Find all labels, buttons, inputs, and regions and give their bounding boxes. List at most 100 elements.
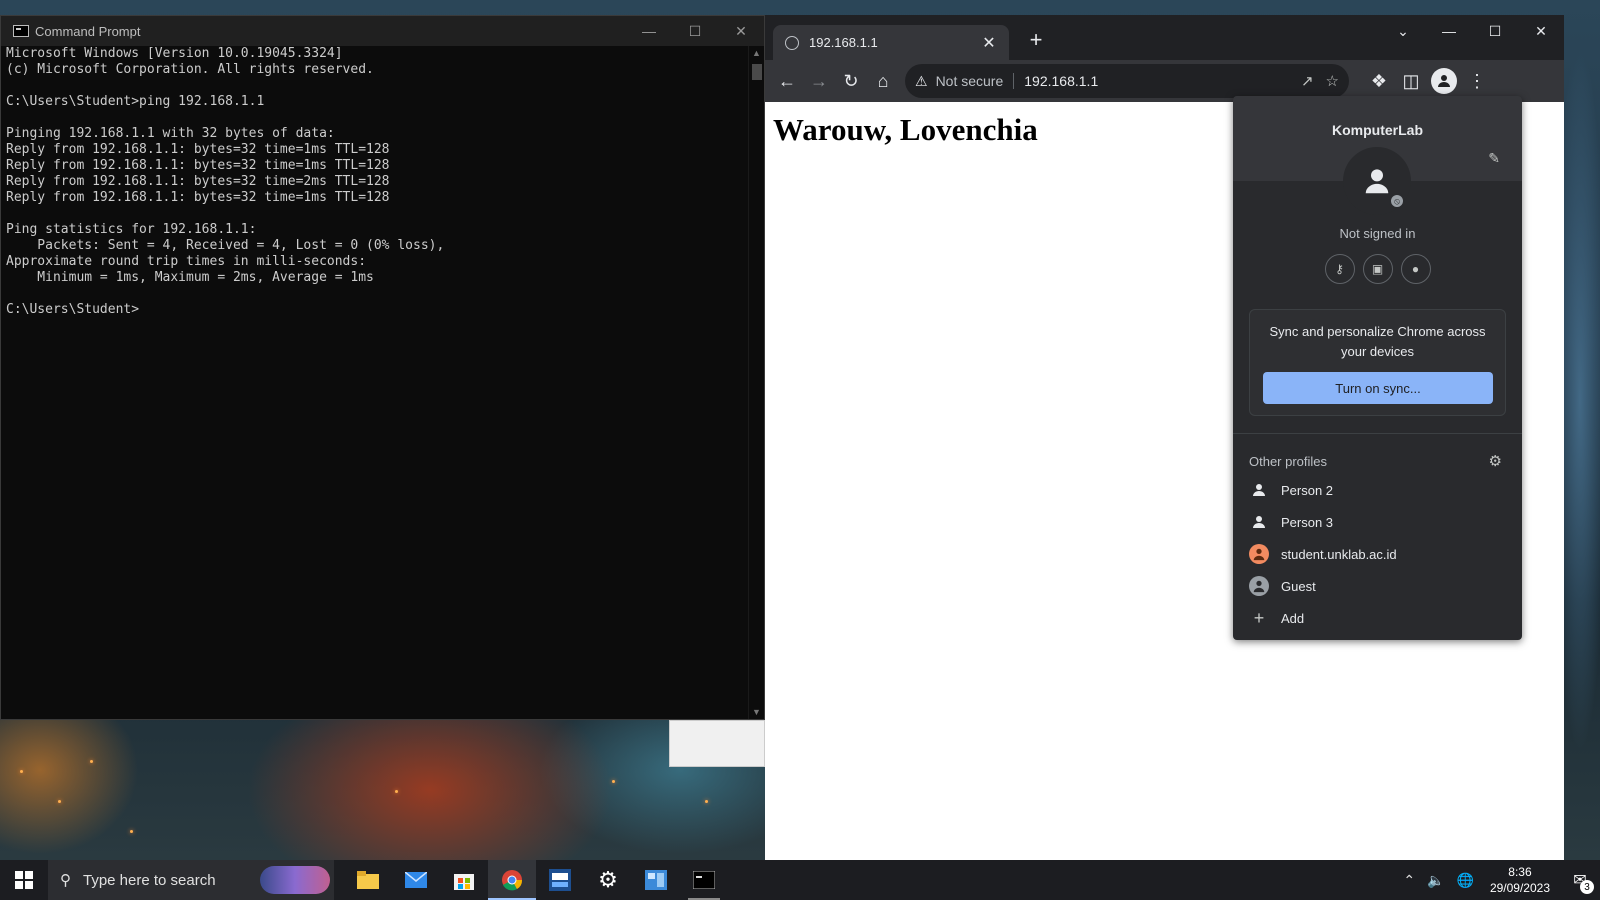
cmd-line: Reply from 192.168.1.1: bytes=32 time=1m… <box>6 158 390 173</box>
wallpaper-spark <box>20 770 23 773</box>
cmd-titlebar[interactable]: Command Prompt — ☐ ✕ <box>1 16 764 46</box>
cmd-app-icon <box>13 25 29 37</box>
sign-in-status: Not signed in <box>1339 226 1416 241</box>
cmd-line: Reply from 192.168.1.1: bytes=32 time=1m… <box>6 190 390 205</box>
dev-cpp-icon[interactable] <box>536 860 584 900</box>
cmd-line: C:\Users\Student> <box>6 302 140 317</box>
search-icon: ⚲ <box>60 872 71 889</box>
wallpaper-spark <box>612 780 615 783</box>
cmd-line: Microsoft Windows [Version 10.0.19045.33… <box>6 46 343 61</box>
addresses-pin-icon[interactable]: ● <box>1400 254 1431 284</box>
reload-button[interactable]: ↻ <box>835 65 867 97</box>
profile-item-student[interactable]: student.unklab.ac.id <box>1233 538 1522 570</box>
page-heading: Warouw, Lovenchia <box>773 112 1038 147</box>
scrollbar-thumb[interactable] <box>752 64 762 80</box>
cmd-scrollbar[interactable]: ▲ ▼ <box>748 46 764 719</box>
notification-count-badge: 3 <box>1580 880 1594 894</box>
menu-kebab-icon[interactable]: ⋮ <box>1461 65 1493 97</box>
start-button[interactable] <box>0 860 48 900</box>
settings-gear-icon[interactable]: ⚙ <box>584 860 632 900</box>
taskbar-search-box[interactable]: ⚲ Type here to search <box>48 860 334 900</box>
profile-menu: KomputerLab ✎ ⦸ Not signed in ⚷ ▣ ● Sync… <box>1233 96 1522 640</box>
network-globe-icon[interactable]: 🌐 <box>1457 872 1474 889</box>
forward-button[interactable]: → <box>803 65 835 97</box>
notification-center-icon[interactable]: ✉ 3 <box>1560 860 1600 900</box>
scroll-down-icon[interactable]: ▼ <box>752 707 761 717</box>
taskbar: ⚲ Type here to search ⚙ ⌃ 🔈 🌐 8:36 29/09… <box>0 860 1600 900</box>
payment-card-icon[interactable]: ▣ <box>1362 254 1393 284</box>
wallpaper-spark <box>90 760 93 763</box>
scroll-up-icon[interactable]: ▲ <box>752 48 761 58</box>
profile-label: Add <box>1281 610 1305 626</box>
security-label[interactable]: Not secure <box>936 73 1015 89</box>
tab-strip: 192.168.1.1 ✕ + ⌄ — ☐ ✕ <box>765 15 1564 60</box>
home-button[interactable]: ⌂ <box>867 65 899 97</box>
store-icon[interactable] <box>440 860 488 900</box>
command-prompt-window[interactable]: Command Prompt — ☐ ✕ Microsoft Windows [… <box>0 15 765 720</box>
profile-item-guest[interactable]: Guest <box>1233 570 1522 602</box>
cmd-line: (c) Microsoft Corporation. All rights re… <box>6 62 374 77</box>
minimize-button[interactable]: — <box>1426 15 1472 47</box>
plus-icon: + <box>1253 607 1265 628</box>
cmd-line: Approximate round trip times in milli-se… <box>6 254 367 269</box>
file-explorer-icon[interactable] <box>344 860 392 900</box>
share-icon[interactable]: ↗ <box>1301 72 1314 90</box>
new-tab-button[interactable]: + <box>1023 27 1049 53</box>
profile-item-person-2[interactable]: Person 2 <box>1233 474 1522 506</box>
edit-pencil-icon[interactable]: ✎ <box>1488 150 1500 167</box>
profile-name: KomputerLab <box>1332 122 1423 138</box>
profile-label: Person 3 <box>1281 514 1334 530</box>
side-panel-icon[interactable]: ◫ <box>1395 65 1427 97</box>
passwords-key-icon[interactable]: ⚷ <box>1324 254 1355 284</box>
mail-icon[interactable] <box>392 860 440 900</box>
profiles-list: Person 2 Person 3 student.unklab.ac.id G… <box>1233 474 1522 634</box>
sync-paused-badge-icon: ⦸ <box>1389 193 1405 209</box>
cmd-line: Packets: Sent = 4, Received = 4, Lost = … <box>6 238 445 253</box>
address-bar[interactable]: ⚠ Not secure 192.168.1.1 ↗ ☆ <box>905 64 1349 98</box>
control-panel-icon[interactable] <box>632 860 680 900</box>
back-button[interactable]: ← <box>771 65 803 97</box>
tab-search-chevron-icon[interactable]: ⌄ <box>1380 15 1426 47</box>
cmd-line <box>6 110 743 126</box>
search-highlight-image[interactable] <box>260 866 330 894</box>
turn-on-sync-button[interactable]: Turn on sync... <box>1263 372 1493 404</box>
search-placeholder: Type here to search <box>83 871 216 889</box>
wallpaper-spark <box>58 800 61 803</box>
clock-date: 29/09/2023 <box>1489 881 1550 895</box>
background-window[interactable] <box>669 720 765 767</box>
close-button[interactable]: ✕ <box>1518 15 1564 47</box>
maximize-button[interactable]: ☐ <box>1472 15 1518 47</box>
chevron-up-icon[interactable]: ⌃ <box>1403 872 1415 889</box>
profile-item-person-3[interactable]: Person 3 <box>1233 506 1522 538</box>
cmd-output[interactable]: Microsoft Windows [Version 10.0.19045.33… <box>1 46 748 719</box>
profile-label: Guest <box>1281 578 1316 594</box>
wallpaper-spark <box>705 800 708 803</box>
maximize-button[interactable]: ☐ <box>672 16 718 46</box>
tab-active[interactable]: 192.168.1.1 ✕ <box>773 25 1009 60</box>
tab-close-icon[interactable]: ✕ <box>979 33 999 53</box>
person-icon <box>1438 75 1450 87</box>
volume-icon[interactable]: 🔈 <box>1427 872 1444 889</box>
command-prompt-taskbar-icon[interactable] <box>680 860 728 900</box>
cmd-line: Pinging 192.168.1.1 with 32 bytes of dat… <box>6 126 335 141</box>
cmd-line: Reply from 192.168.1.1: bytes=32 time=2m… <box>6 174 390 189</box>
windows-logo-icon <box>15 871 33 889</box>
url-text[interactable]: 192.168.1.1 <box>1024 73 1289 89</box>
guest-icon <box>1249 576 1269 596</box>
wallpaper-spark <box>395 790 398 793</box>
person-icon <box>1249 480 1269 500</box>
add-profile-item[interactable]: + Add <box>1233 602 1522 634</box>
profile-avatar-button[interactable] <box>1431 68 1457 94</box>
bookmark-star-icon[interactable]: ☆ <box>1326 72 1339 90</box>
minimize-button[interactable]: — <box>626 16 672 46</box>
manage-profiles-gear-icon[interactable]: ⚙ <box>1489 452 1502 470</box>
taskbar-clock[interactable]: 8:36 29/09/2023 <box>1490 864 1550 896</box>
extensions-icon[interactable]: ❖ <box>1363 65 1395 97</box>
sync-promo-card: Sync and personalize Chrome across your … <box>1249 309 1506 416</box>
close-button[interactable]: ✕ <box>718 16 764 46</box>
warning-icon[interactable]: ⚠ <box>915 73 928 90</box>
chrome-icon[interactable] <box>488 860 536 900</box>
other-profiles-label: Other profiles <box>1249 454 1328 469</box>
profile-label: student.unklab.ac.id <box>1281 546 1397 562</box>
wallpaper-spark <box>130 830 133 833</box>
